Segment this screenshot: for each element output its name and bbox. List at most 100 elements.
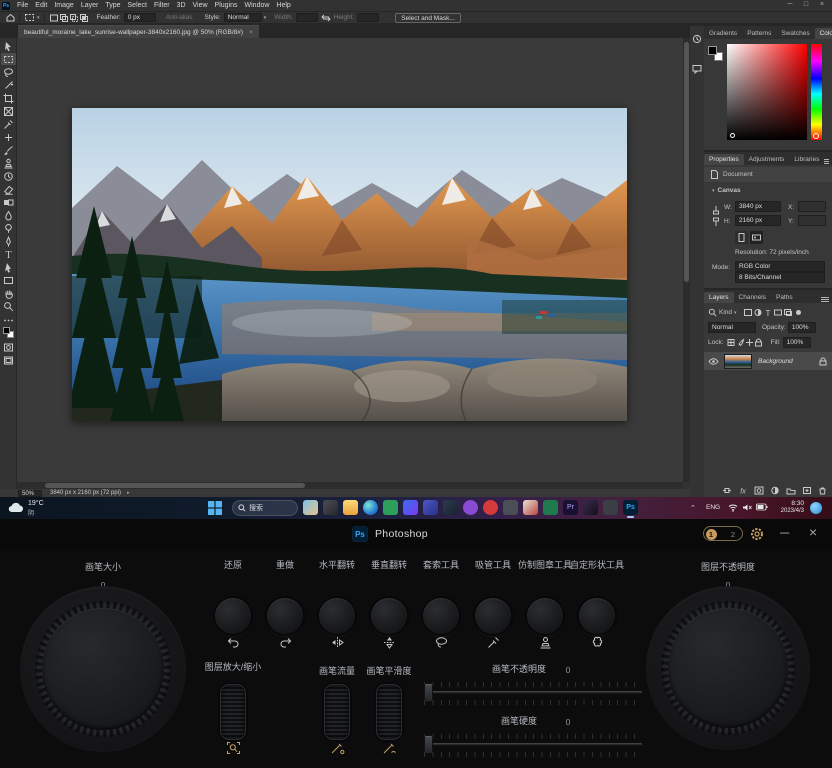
clone-stamp-tool[interactable] — [1, 157, 16, 169]
flip-vertical-knob[interactable] — [371, 598, 407, 634]
dodge-tool[interactable] — [1, 222, 16, 234]
clone-stamp-knob[interactable] — [527, 598, 563, 634]
canvas-section-caret-icon[interactable]: ▾ — [712, 188, 715, 194]
width-prop-field[interactable]: 3840 px — [735, 201, 781, 212]
tray-date[interactable]: 2023/4/3 — [770, 508, 804, 514]
console-settings-gear-icon[interactable] — [749, 526, 765, 542]
new-group-icon[interactable] — [786, 486, 796, 495]
horizontal-scrollbar-thumb[interactable] — [45, 483, 305, 488]
menu-file[interactable]: File — [17, 2, 28, 9]
filter-pixel-icon[interactable] — [743, 308, 753, 317]
layers-panel-menu-icon[interactable] — [821, 296, 829, 303]
menu-type[interactable]: Type — [105, 2, 120, 9]
taskbar-settings-icon[interactable] — [503, 500, 518, 515]
weather-cloud-icon[interactable] — [8, 501, 26, 514]
taskbar-green-app-icon[interactable] — [383, 500, 398, 515]
menu-layer[interactable]: Layer — [81, 2, 99, 9]
healing-brush-tool[interactable] — [1, 131, 16, 143]
magic-wand-tool[interactable] — [1, 79, 16, 91]
tool-preset-caret-icon[interactable]: ▾ — [37, 15, 40, 21]
horizontal-scrollbar[interactable] — [17, 482, 683, 489]
filter-adjustment-icon[interactable] — [753, 308, 763, 317]
menu-edit[interactable]: Edit — [35, 2, 47, 9]
zoom-tool[interactable] — [1, 300, 16, 312]
page-indicator[interactable]: 1 2 — [703, 526, 743, 541]
subtract-selection-icon[interactable] — [69, 13, 79, 23]
tab-layers[interactable]: Layers — [704, 292, 734, 303]
tab-channels[interactable]: Channels — [734, 292, 771, 303]
menu-select[interactable]: Select — [128, 2, 147, 9]
canvas-area[interactable] — [17, 38, 683, 482]
window-minimize-icon[interactable]: ─ — [782, 1, 798, 8]
window-close-icon[interactable]: × — [814, 1, 830, 8]
brush-opacity-slider[interactable] — [424, 691, 642, 694]
intersect-selection-icon[interactable] — [79, 13, 89, 23]
flip-horizontal-knob[interactable] — [319, 598, 355, 634]
filter-toggle-icon[interactable] — [796, 310, 801, 315]
tab-paths[interactable]: Paths — [771, 292, 798, 303]
style-caret-icon[interactable]: ▾ — [264, 15, 267, 21]
menu-view[interactable]: View — [193, 2, 208, 9]
tab-swatches[interactable]: Swatches — [776, 28, 814, 39]
saturation-brightness-square[interactable] — [727, 44, 807, 140]
opacity-field[interactable]: 100% — [788, 322, 816, 333]
taskbar-search[interactable]: 搜索 — [232, 500, 298, 516]
tab-properties[interactable]: Properties — [704, 154, 744, 165]
taskbar-stamp-app-icon[interactable] — [523, 500, 538, 515]
console-close-icon[interactable]: × — [809, 524, 817, 540]
brush-hardness-slider[interactable] — [424, 743, 642, 746]
taskbar-quill-app-icon[interactable] — [583, 500, 598, 515]
taskbar-blue-app-icon[interactable] — [423, 500, 438, 515]
taskbar-photoshop-icon[interactable]: Ps — [623, 500, 638, 515]
menu-help[interactable]: Help — [276, 2, 290, 9]
document-image[interactable] — [72, 108, 627, 421]
blur-tool[interactable] — [1, 209, 16, 221]
lasso-tool[interactable] — [1, 66, 16, 78]
taskbar-media-app-icon[interactable] — [463, 500, 478, 515]
rectangular-marquee-tool[interactable] — [1, 53, 16, 65]
path-selection-tool[interactable] — [1, 261, 16, 273]
tray-notifications-icon[interactable] — [810, 502, 822, 514]
menu-image[interactable]: Image — [54, 2, 73, 9]
document-tab[interactable]: beautiful_moraine_lake_sunrise-wallpaper… — [18, 25, 259, 38]
lock-pixels-icon[interactable] — [736, 338, 745, 347]
custom-shape-knob[interactable] — [579, 598, 615, 634]
zoom-level-field[interactable]: 50% — [18, 490, 42, 497]
document-tab-close-icon[interactable]: × — [249, 29, 253, 36]
crop-tool[interactable] — [1, 92, 16, 104]
layer-zoom-wheel[interactable] — [220, 684, 246, 740]
blend-mode-dropdown[interactable]: Normal — [708, 322, 756, 333]
screen-mode-icon[interactable] — [1, 354, 16, 366]
eraser-tool[interactable] — [1, 183, 16, 195]
add-selection-icon[interactable] — [59, 13, 69, 23]
start-button[interactable] — [208, 501, 222, 515]
taskbar-capcut-icon[interactable] — [403, 500, 418, 515]
filter-shape-icon[interactable] — [773, 308, 783, 317]
new-selection-icon[interactable] — [49, 13, 59, 23]
width-input[interactable] — [296, 13, 318, 22]
hue-marker[interactable] — [813, 133, 819, 139]
type-tool[interactable]: T — [1, 248, 16, 260]
brush-size-dial[interactable] — [21, 587, 185, 751]
tray-time[interactable]: 8:30 — [774, 500, 804, 507]
layer-thumbnail[interactable] — [724, 354, 752, 369]
foreground-color-swatch[interactable] — [3, 327, 10, 334]
frame-tool[interactable] — [1, 105, 16, 117]
layer-name[interactable]: Background — [758, 358, 793, 365]
tab-patterns[interactable]: Patterns — [742, 28, 776, 39]
lock-position-icon[interactable] — [745, 338, 754, 347]
add-mask-icon[interactable] — [754, 486, 764, 495]
style-dropdown[interactable]: Normal — [224, 13, 262, 22]
lasso-knob[interactable] — [423, 598, 459, 634]
layer-opacity-dial[interactable] — [647, 587, 809, 749]
taskbar-gray-app-icon[interactable] — [603, 500, 618, 515]
taskbar-music-app-icon[interactable] — [483, 500, 498, 515]
tab-color[interactable]: Color — [815, 28, 832, 39]
page-1-active[interactable]: 1 — [706, 529, 717, 540]
history-panel-icon[interactable] — [692, 34, 702, 44]
layer-filter-kind[interactable]: Kind — [719, 309, 732, 316]
kind-caret-icon[interactable]: ▾ — [734, 310, 737, 316]
tray-language[interactable]: ENG — [706, 504, 720, 511]
filter-smart-object-icon[interactable] — [783, 308, 793, 317]
lock-transparency-icon[interactable] — [727, 338, 736, 347]
